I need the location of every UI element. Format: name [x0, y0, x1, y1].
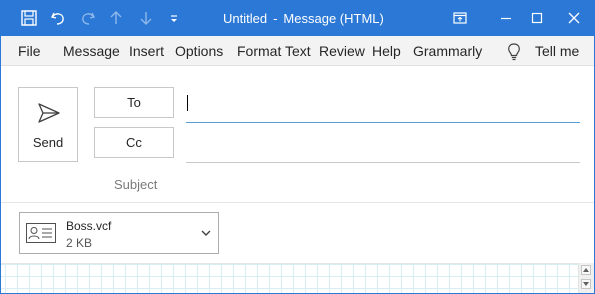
scroll-up-icon	[583, 268, 589, 272]
close-icon[interactable]	[563, 7, 585, 29]
to-field-underline	[186, 122, 580, 123]
up-arrow-icon[interactable]	[105, 7, 127, 29]
cc-field-underline	[186, 162, 580, 163]
lightbulb-icon[interactable]	[505, 42, 523, 62]
tell-me-search[interactable]: Tell me	[535, 43, 579, 59]
save-icon[interactable]	[18, 7, 40, 29]
tab-grammarly[interactable]: Grammarly	[413, 43, 482, 59]
down-arrow-icon[interactable]	[135, 7, 157, 29]
undo-icon[interactable]	[47, 7, 69, 29]
scroll-down-icon	[583, 282, 589, 286]
send-label: Send	[32, 135, 64, 150]
cc-field[interactable]	[186, 127, 580, 161]
ribbon-display-options-icon[interactable]	[449, 7, 471, 29]
message-body[interactable]	[1, 263, 578, 293]
cc-button[interactable]: Cc	[94, 127, 174, 158]
to-button[interactable]: To	[94, 87, 174, 118]
tab-message[interactable]: Message	[63, 43, 120, 59]
tab-format-text[interactable]: Format Text	[237, 43, 311, 59]
vcard-icon	[26, 223, 56, 243]
subject-label: Subject	[114, 177, 158, 192]
attachment-size: 2 KB	[66, 236, 93, 250]
tab-help[interactable]: Help	[372, 43, 401, 59]
title-bar: Untitled - Message (HTML)	[1, 1, 594, 36]
maximize-icon[interactable]	[526, 7, 548, 29]
outlook-message-window: Untitled - Message (HTML) File Message Ins…	[0, 0, 595, 294]
chevron-down-icon[interactable]	[200, 228, 212, 238]
tab-review[interactable]: Review	[319, 43, 365, 59]
header-divider	[1, 202, 594, 203]
scroll-up-button[interactable]	[581, 265, 591, 275]
document-title: Untitled	[223, 11, 268, 26]
scroll-down-button[interactable]	[581, 279, 591, 289]
text-cursor	[187, 95, 188, 111]
window-title: Untitled - Message (HTML)	[223, 11, 384, 26]
subject-field[interactable]	[186, 169, 580, 199]
tab-options[interactable]: Options	[175, 43, 223, 59]
send-icon	[38, 103, 60, 123]
to-field[interactable]	[186, 87, 580, 121]
minimize-icon[interactable]	[495, 7, 517, 29]
send-button[interactable]: Send	[18, 87, 78, 162]
tab-insert[interactable]: Insert	[129, 43, 164, 59]
tab-file[interactable]: File	[18, 43, 41, 59]
redo-icon[interactable]	[77, 7, 99, 29]
customize-dropdown-icon[interactable]	[163, 7, 185, 29]
attachment-name: Boss.vcf	[66, 219, 112, 233]
title-separator: -	[273, 11, 278, 26]
document-type: Message (HTML)	[283, 11, 384, 26]
attachment-card[interactable]: Boss.vcf 2 KB	[19, 212, 219, 254]
